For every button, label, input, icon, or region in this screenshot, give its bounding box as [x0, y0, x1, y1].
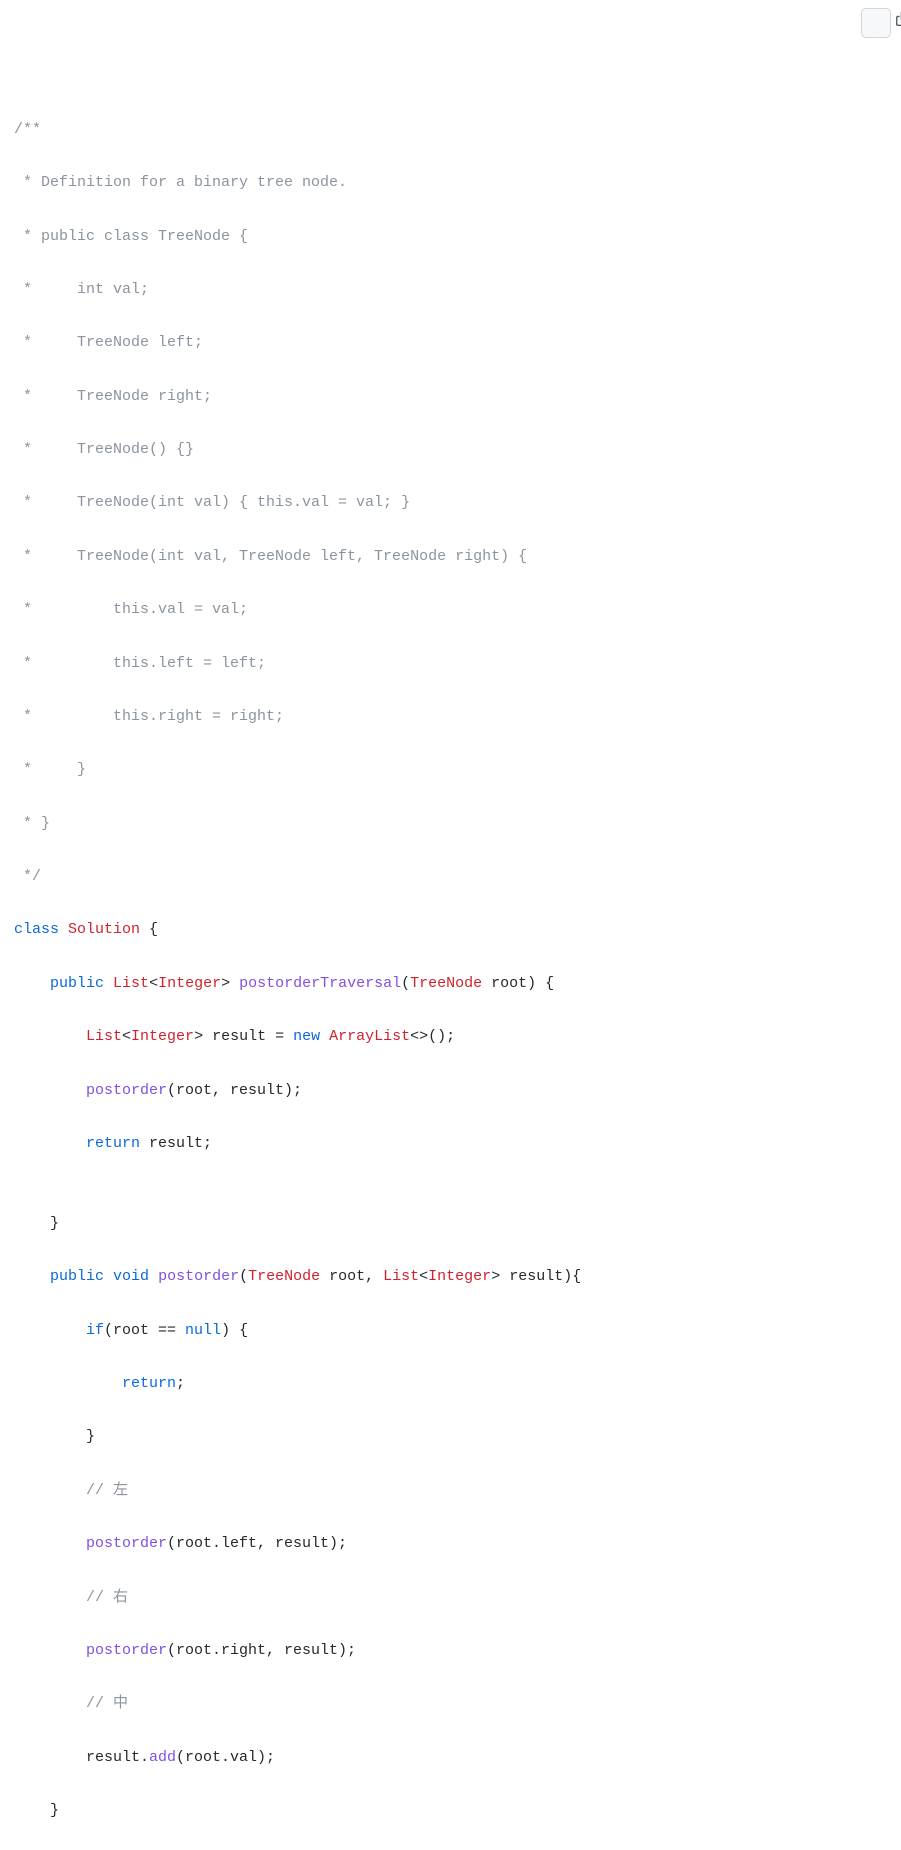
copy-button[interactable]: [861, 8, 891, 38]
code-line: postorder(root.right, result);: [14, 1638, 887, 1665]
code-line: * TreeNode left;: [14, 330, 887, 357]
code-line: * public class TreeNode {: [14, 224, 887, 251]
code-line: * TreeNode(int val) { this.val = val; }: [14, 490, 887, 517]
code-line: // 中: [14, 1691, 887, 1718]
code-line: * this.val = val;: [14, 597, 887, 624]
code-line: result.add(root.val);: [14, 1745, 887, 1772]
code-line: * int val;: [14, 277, 887, 304]
code-line: * TreeNode(int val, TreeNode left, TreeN…: [14, 544, 887, 571]
code-line: // 右: [14, 1585, 887, 1612]
code-line: postorder(root, result);: [14, 1078, 887, 1105]
code-line: postorder(root.left, result);: [14, 1531, 887, 1558]
code-line: */: [14, 864, 887, 891]
code-line: public void postorder(TreeNode root, Lis…: [14, 1264, 887, 1291]
code-line: }: [14, 1424, 887, 1451]
copy-icon: [842, 0, 901, 63]
code-block: /** * Definition for a binary tree node.…: [0, 0, 901, 1850]
code-line: * TreeNode() {}: [14, 437, 887, 464]
code-line: * TreeNode right;: [14, 384, 887, 411]
code-line: class Solution {: [14, 917, 887, 944]
code-line: * this.left = left;: [14, 651, 887, 678]
code-line: return;: [14, 1371, 887, 1398]
code-line: return result;: [14, 1131, 887, 1158]
code-line: List<Integer> result = new ArrayList<>()…: [14, 1024, 887, 1051]
code-line: * }: [14, 757, 887, 784]
code-line: * this.right = right;: [14, 704, 887, 731]
code-line: public List<Integer> postorderTraversal(…: [14, 971, 887, 998]
code-line: if(root == null) {: [14, 1318, 887, 1345]
code-line: }: [14, 1798, 887, 1825]
code-line: * Definition for a binary tree node.: [14, 170, 887, 197]
code-line: /**: [14, 117, 887, 144]
code-line: }: [14, 1211, 887, 1238]
code-line: // 左: [14, 1478, 887, 1505]
code-line: * }: [14, 811, 887, 838]
